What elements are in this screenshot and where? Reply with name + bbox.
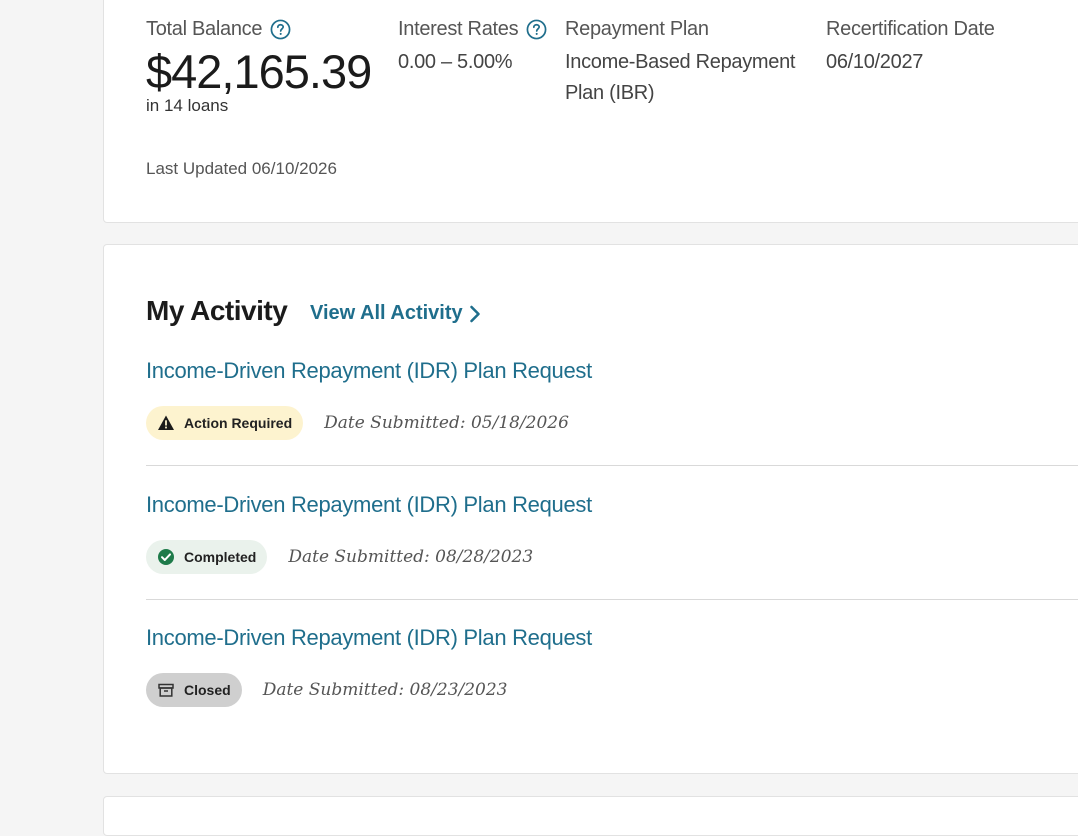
interest-rates-label: Interest Rates	[398, 18, 519, 40]
question-circle-icon[interactable]	[270, 19, 291, 40]
activity-item-title[interactable]: Income-Driven Repayment (IDR) Plan Reque…	[146, 358, 592, 384]
status-badge-label: Action Required	[184, 415, 293, 431]
recertification-label: Recertification Date	[826, 18, 995, 40]
activity-item-title[interactable]: Income-Driven Repayment (IDR) Plan Reque…	[146, 492, 592, 518]
activity-divider	[146, 465, 1078, 466]
activity-item: Income-Driven Repayment (IDR) Plan Reque…	[146, 492, 1078, 574]
status-badge-closed: Closed	[146, 673, 242, 707]
date-submitted: Date Submitted: 08/28/2023	[288, 547, 534, 567]
activity-divider	[146, 599, 1078, 600]
status-badge-label: Completed	[184, 549, 257, 565]
archive-box-icon	[158, 683, 174, 697]
status-badge-action-required: Action Required	[146, 406, 304, 440]
recertification-date: 06/10/2027	[826, 51, 924, 73]
repayment-plan-value-line1: Income-Based Repayment	[565, 51, 796, 73]
chevron-right-icon	[469, 305, 480, 322]
view-all-activity-label: View All Activity	[310, 302, 463, 324]
check-circle-icon	[158, 549, 174, 565]
activity-item-title[interactable]: Income-Driven Repayment (IDR) Plan Reque…	[146, 625, 592, 651]
total-balance-label: Total Balance	[146, 18, 263, 40]
date-submitted: Date Submitted: 05/18/2026	[324, 413, 569, 433]
interest-rates-stat: Interest Rates 0.00 – 5.00%	[398, 18, 547, 78]
activity-item: Income-Driven Repayment (IDR) Plan Reque…	[146, 358, 1078, 440]
last-updated-text: Last Updated 06/10/2026	[146, 159, 337, 178]
next-section-card	[103, 796, 1078, 836]
recertification-stat: Recertification Date 06/10/2027	[826, 18, 995, 78]
question-circle-icon[interactable]	[526, 19, 547, 40]
activity-heading: My Activity	[146, 295, 288, 326]
repayment-plan-value-line2: Plan (IBR)	[565, 82, 655, 104]
interest-rates-value: 0.00 – 5.00%	[398, 51, 513, 73]
status-badge-label: Closed	[184, 682, 231, 698]
status-badge-completed: Completed	[146, 540, 268, 574]
loan-count-note: in 14 loans	[146, 96, 229, 115]
activity-item: Income-Driven Repayment (IDR) Plan Reque…	[146, 625, 1078, 707]
repayment-plan-label: Repayment Plan	[565, 18, 709, 40]
loan-summary-card: Total Balance $42,165.39 in 14 loans Int…	[103, 0, 1078, 223]
date-submitted: Date Submitted: 08/23/2023	[262, 680, 508, 700]
total-balance-stat: Total Balance $42,165.39 in 14 loans	[146, 18, 372, 116]
warning-triangle-icon	[158, 415, 174, 430]
repayment-plan-stat: Repayment Plan Income-Based Repayment Pl…	[565, 18, 795, 109]
view-all-activity-link[interactable]: View All Activity	[310, 302, 481, 325]
my-activity-card: My Activity View All Activity Income-Dri…	[103, 244, 1078, 774]
total-balance-value: $42,165.39	[146, 45, 372, 98]
